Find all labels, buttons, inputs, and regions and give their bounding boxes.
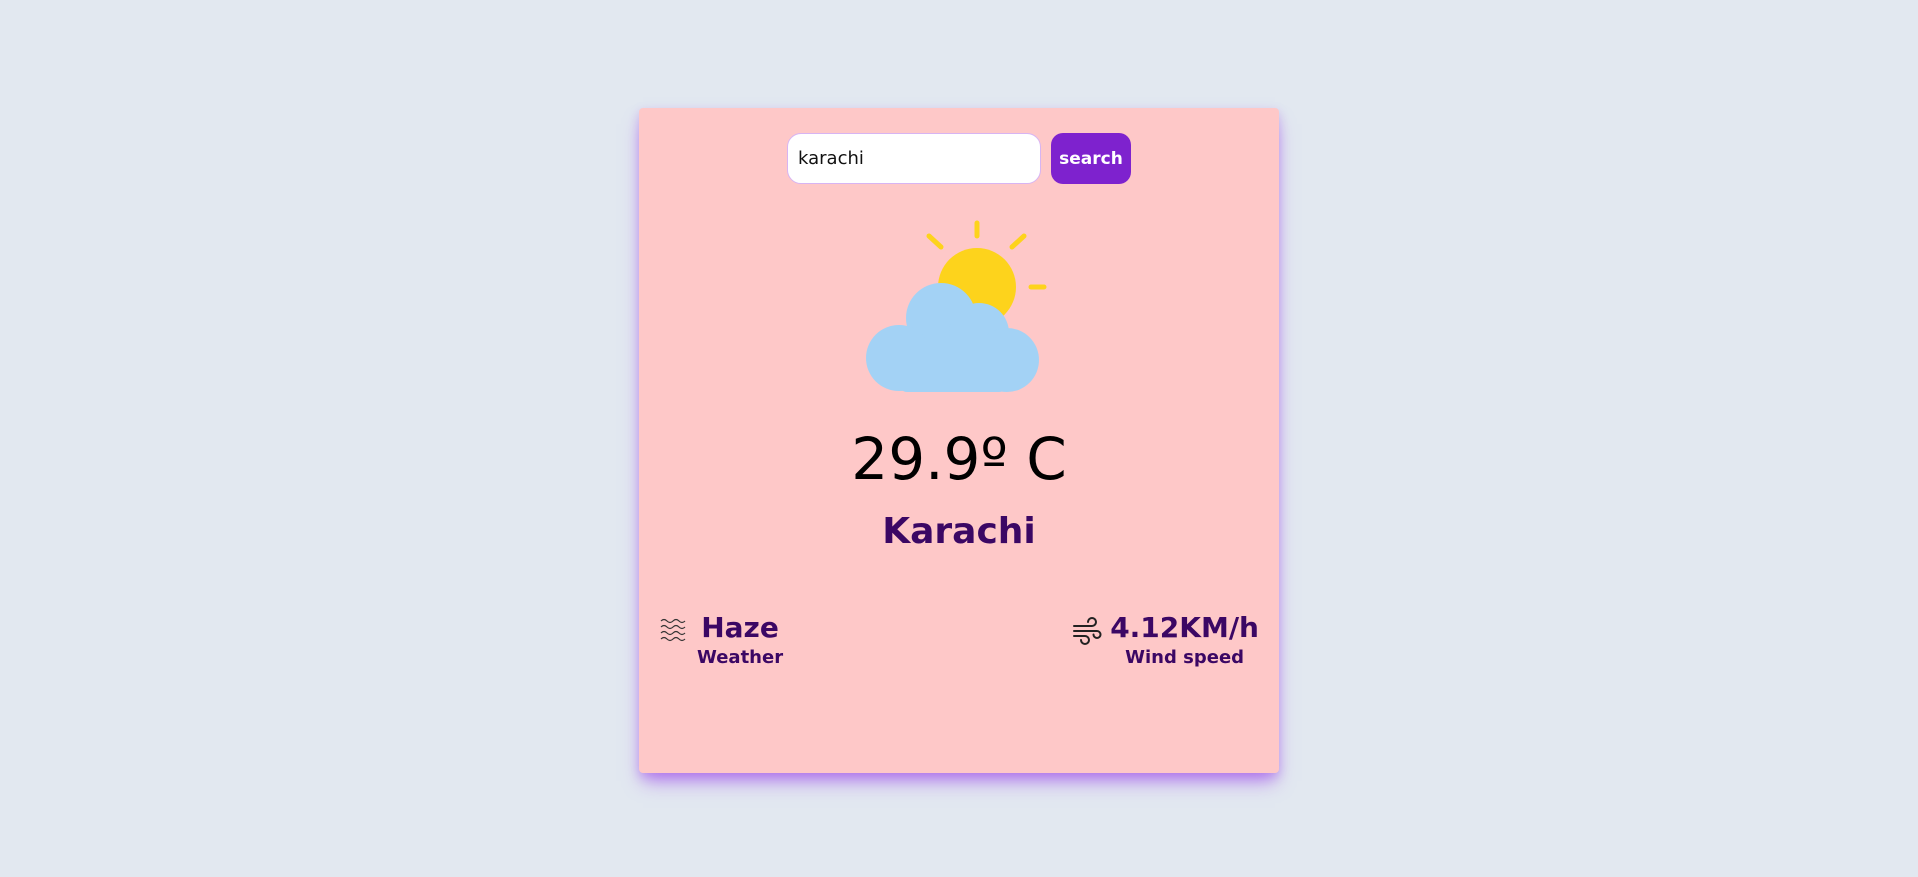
weather-condition-value: Haze — [701, 611, 779, 644]
search-button[interactable]: search — [1051, 133, 1131, 184]
haze-icon — [660, 618, 686, 642]
search-input[interactable] — [787, 133, 1041, 184]
search-bar: search — [639, 133, 1279, 184]
temperature: 29.9º C — [851, 425, 1067, 493]
wind-speed-value: 4.12KM/h — [1110, 611, 1259, 644]
weather-condition: Haze Weather — [659, 611, 783, 668]
wind-speed: 4.12KM/h Wind speed — [1072, 611, 1259, 668]
wind-speed-label: Wind speed — [1125, 646, 1245, 668]
wind-icon — [1073, 617, 1102, 645]
partly-cloudy-icon — [866, 220, 1047, 392]
city-name: Karachi — [882, 511, 1036, 552]
weather-card: search 29.9º C Karachi — [639, 108, 1279, 773]
weather-condition-label: Weather — [697, 646, 784, 668]
